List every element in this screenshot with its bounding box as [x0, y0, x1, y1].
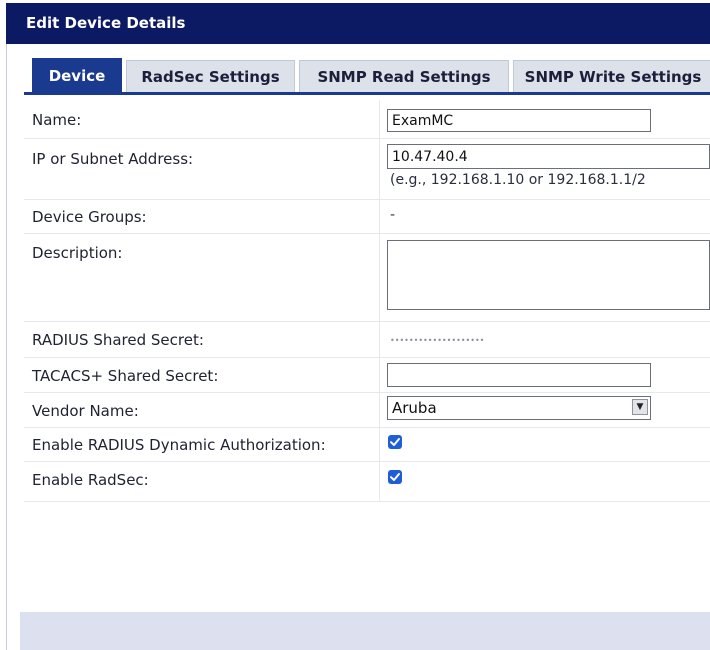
chevron-down-icon[interactable]: ▼: [632, 399, 648, 415]
device-groups-label: Device Groups:: [32, 208, 147, 226]
form-row-radsec: Enable RadSec:: [24, 461, 710, 502]
checkmark-icon: [390, 473, 400, 481]
vendor-selected-value: Aruba: [392, 399, 437, 417]
dialog-title: Edit Device Details: [26, 14, 186, 32]
vendor-label: Vendor Name:: [32, 402, 139, 420]
ip-label: IP or Subnet Address:: [32, 150, 194, 168]
tab-device[interactable]: Device: [32, 58, 122, 92]
tab-snmp-write-settings[interactable]: SNMP Write Settings: [513, 60, 710, 92]
form-row-description: Description:: [24, 233, 710, 322]
device-groups-value: -: [390, 207, 396, 223]
dialog-title-bar: Edit Device Details: [6, 3, 710, 44]
form-row-radius-secret: RADIUS Shared Secret: ••••••••••••••••••…: [24, 321, 710, 358]
radius-secret-field[interactable]: ••••••••••••••••••••: [390, 336, 484, 345]
form-row-name: Name:: [24, 100, 710, 139]
radius-dynamic-checkbox[interactable]: [388, 435, 402, 449]
vendor-select[interactable]: Aruba ▼: [387, 396, 651, 420]
tacacs-secret-label: TACACS+ Shared Secret:: [32, 367, 219, 385]
form-row-vendor: Vendor Name: Aruba ▼: [24, 392, 710, 428]
description-label: Description:: [32, 244, 123, 262]
ip-format-hint: (e.g., 192.168.1.10 or 192.168.1.1/2: [390, 172, 646, 188]
form-row-device-groups: Device Groups: -: [24, 199, 710, 234]
form-row-tacacs-secret: TACACS+ Shared Secret:: [24, 357, 710, 393]
tab-bar: Device RadSec Settings SNMP Read Setting…: [24, 58, 710, 92]
name-label: Name:: [32, 111, 82, 129]
dialog-footer-bar: [20, 612, 710, 650]
radius-secret-label: RADIUS Shared Secret:: [32, 331, 204, 349]
name-input[interactable]: [387, 109, 651, 132]
form-row-ip: IP or Subnet Address: (e.g., 192.168.1.1…: [24, 138, 710, 200]
radius-dynamic-label: Enable RADIUS Dynamic Authorization:: [32, 436, 326, 454]
description-textarea[interactable]: [387, 240, 710, 310]
tab-radsec-settings[interactable]: RadSec Settings: [126, 60, 295, 92]
radsec-checkbox[interactable]: [388, 470, 402, 484]
radsec-label: Enable RadSec:: [32, 471, 149, 489]
ip-address-input[interactable]: [387, 144, 710, 169]
tab-underline: [24, 92, 710, 95]
form-row-radius-dynamic: Enable RADIUS Dynamic Authorization:: [24, 427, 710, 462]
checkmark-icon: [390, 438, 400, 446]
tab-snmp-read-settings[interactable]: SNMP Read Settings: [299, 60, 509, 92]
tacacs-secret-input[interactable]: [387, 363, 651, 387]
